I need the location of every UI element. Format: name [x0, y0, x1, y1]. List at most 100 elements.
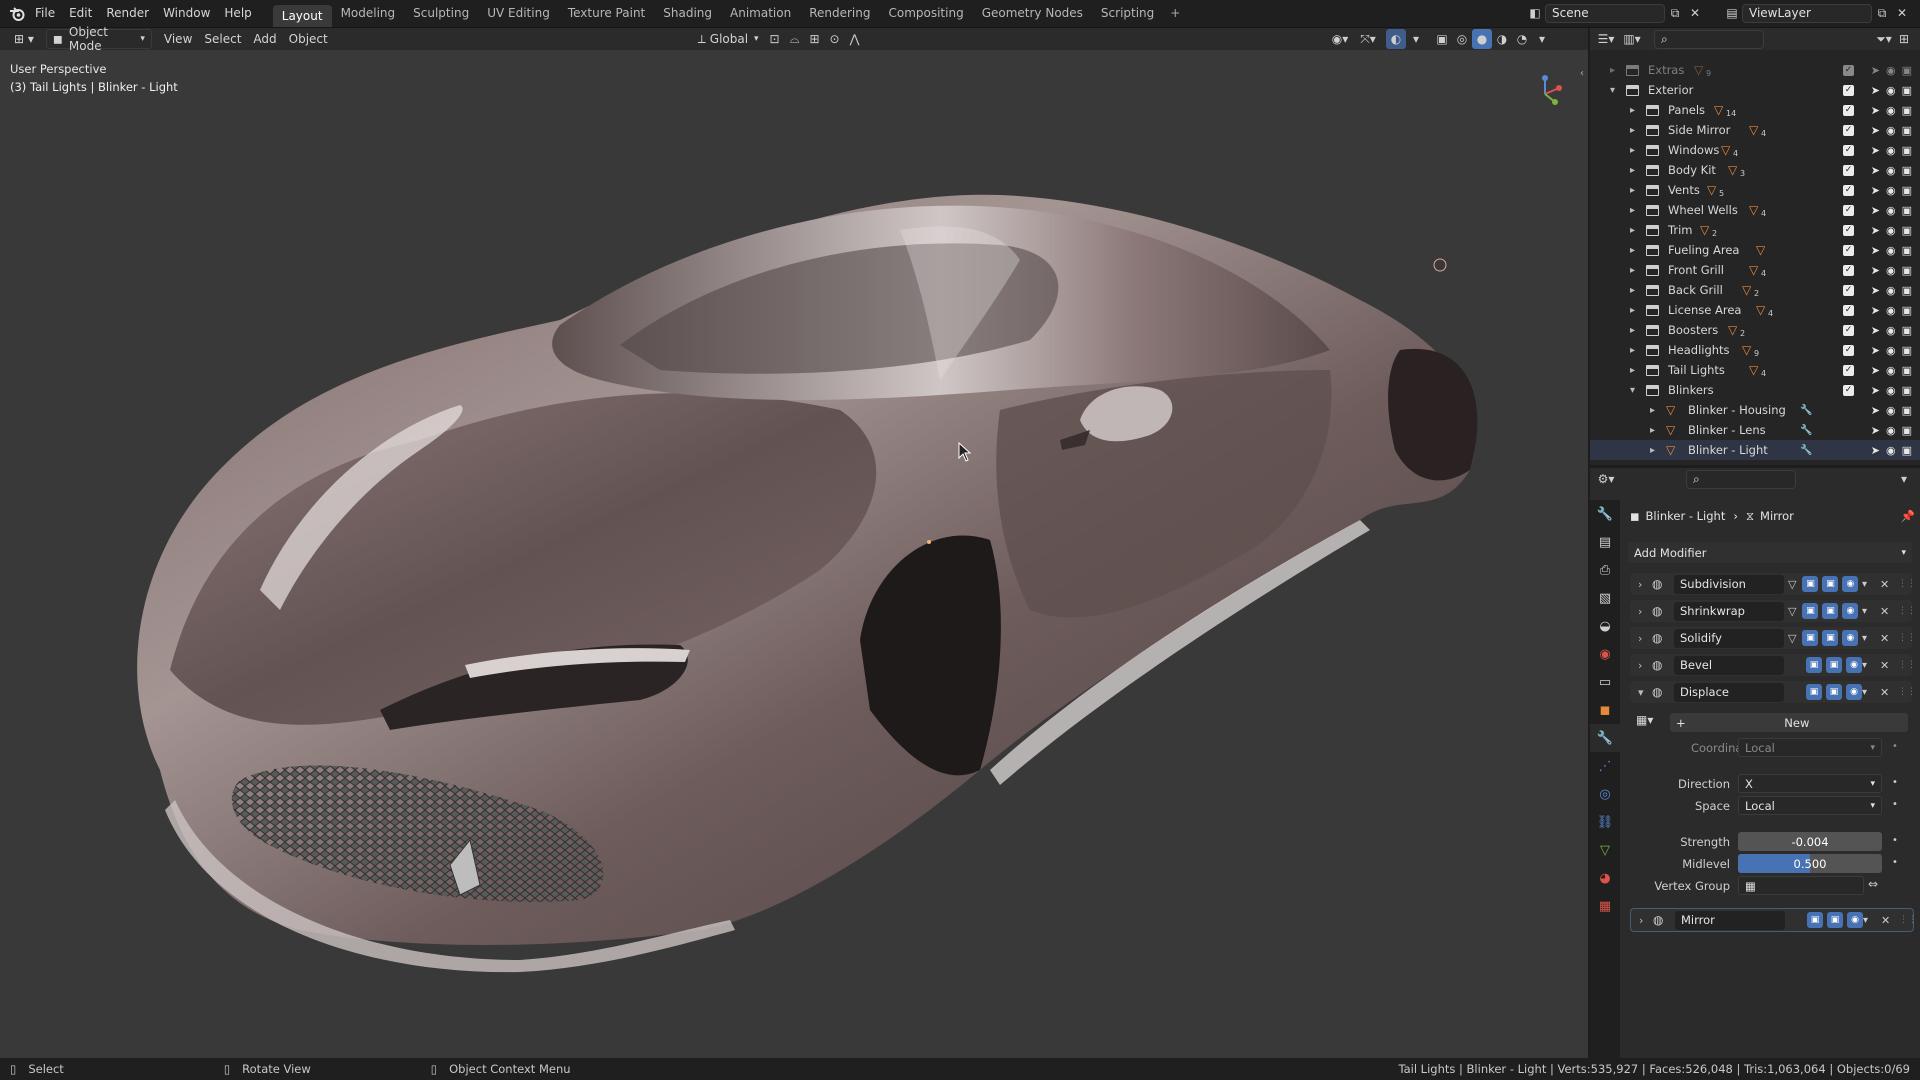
camera-icon[interactable]: ▣ — [1902, 64, 1912, 77]
expand-arrow-closed-icon[interactable]: ▸ — [1630, 185, 1635, 196]
selectable-arrow-icon[interactable]: ➤ — [1871, 204, 1880, 217]
modifier-subdivision[interactable]: › ◍ Subdivision ▽ ▣ ▣ ◉ ▾ ✕ ⋮⋮ — [1630, 573, 1916, 595]
camera-icon[interactable]: ▣ — [1902, 144, 1912, 157]
eye-icon[interactable]: ◉ — [1886, 424, 1896, 437]
camera-icon[interactable]: ▣ — [1902, 344, 1912, 357]
tab-sculpting[interactable]: Sculpting — [404, 0, 478, 27]
selectable-arrow-icon[interactable]: ➤ — [1871, 344, 1880, 357]
exclude-checkbox[interactable]: ✓ — [1843, 144, 1854, 156]
camera-icon[interactable]: ▣ — [1902, 104, 1912, 117]
eye-icon[interactable]: ◉ — [1886, 344, 1896, 357]
eye-icon[interactable]: ◉ — [1886, 224, 1896, 237]
exclude-checkbox[interactable]: ✓ — [1843, 284, 1854, 296]
exclude-checkbox[interactable]: ✓ — [1843, 344, 1854, 356]
exclude-checkbox[interactable]: ✓ — [1843, 324, 1854, 336]
viewport-toggle-icon[interactable]: ▣ — [1826, 684, 1842, 700]
selectable-arrow-icon[interactable]: ➤ — [1871, 324, 1880, 337]
modifier-name-field[interactable]: Solidify — [1674, 628, 1784, 648]
expand-arrow-icon[interactable]: › — [1638, 632, 1642, 645]
view-layer-field[interactable]: ViewLayer — [1742, 3, 1872, 23]
delete-modifier-icon[interactable]: ✕ — [1880, 578, 1889, 591]
modifier-menu-icon[interactable]: ▾ — [1862, 633, 1867, 644]
modifier-displace[interactable]: ▾ ◍ Displace ▣ ▣ ◉ ▾ ✕ ⋮⋮ — [1630, 681, 1916, 703]
camera-icon[interactable]: ▣ — [1902, 324, 1912, 337]
expand-arrow-closed-icon[interactable]: ▸ — [1630, 145, 1635, 156]
selectable-arrow-icon[interactable]: ➤ — [1871, 104, 1880, 117]
modifier-tab-icon[interactable]: 🔧 — [1590, 724, 1620, 752]
outliner-search-input[interactable]: ⌕ — [1654, 29, 1764, 49]
material-tab-icon[interactable]: ◕ — [1590, 864, 1620, 892]
eye-icon[interactable]: ◉ — [1886, 364, 1896, 377]
outliner-collection-row[interactable]: ▸ License Area ▽ 4 ✓ ➤ ◉ ▣ — [1590, 300, 1920, 320]
filter-icon[interactable]: ⏷▾ — [1874, 29, 1894, 49]
edit-mode-toggle-icon[interactable]: ▣ — [1802, 630, 1819, 646]
render-tab-icon[interactable]: ▤ — [1590, 528, 1620, 556]
expand-arrow-closed-icon[interactable]: ▸ — [1630, 125, 1635, 136]
selectable-arrow-icon[interactable]: ➤ — [1871, 144, 1880, 157]
camera-icon[interactable]: ▣ — [1902, 424, 1912, 437]
space-dropdown[interactable]: Local ▾ — [1738, 796, 1882, 815]
tab-scripting[interactable]: Scripting — [1092, 0, 1163, 27]
properties-options-icon[interactable]: ▾ — [1894, 469, 1914, 489]
coordinates-dropdown[interactable]: Local ▾ — [1738, 738, 1882, 757]
outliner-collection-row[interactable]: ▸ Back Grill ▽ 2 ✓ ➤ ◉ ▣ — [1590, 280, 1920, 300]
selectable-arrow-icon[interactable]: ➤ — [1871, 304, 1880, 317]
drag-handle-icon[interactable]: ⋮⋮ — [1898, 579, 1916, 589]
outliner-collection-row[interactable]: ▸ Side Mirror ▽ 4 ✓ ➤ ◉ ▣ — [1590, 120, 1920, 140]
eye-icon[interactable]: ◉ — [1886, 384, 1896, 397]
eye-icon[interactable]: ◉ — [1886, 104, 1896, 117]
texture-tab-icon[interactable]: ▦ — [1590, 892, 1620, 920]
particles-tab-icon[interactable]: ⋰ — [1590, 752, 1620, 780]
selectable-arrow-icon[interactable]: ➤ — [1871, 404, 1880, 417]
tab-layout[interactable]: Layout — [272, 4, 332, 27]
delete-modifier-icon[interactable]: ✕ — [1880, 632, 1889, 645]
expand-arrow-closed-icon[interactable]: ▸ — [1630, 165, 1635, 176]
eye-icon[interactable]: ◉ — [1886, 244, 1896, 257]
exclude-checkbox[interactable]: ✓ — [1843, 124, 1854, 136]
eye-icon[interactable]: ◉ — [1886, 204, 1896, 217]
eye-icon[interactable]: ◉ — [1886, 144, 1896, 157]
camera-icon[interactable]: ▣ — [1902, 284, 1912, 297]
delete-modifier-icon[interactable]: ✕ — [1880, 686, 1889, 699]
expand-arrow-open-icon[interactable]: ▾ — [1630, 385, 1635, 396]
modifier-mirror[interactable]: › ◍ Mirror ▣ ▣ ◉ ▾ ✕ ⋮⋮ — [1630, 908, 1917, 932]
expand-arrow-icon[interactable]: › — [1638, 605, 1642, 618]
keyframe-dot-icon[interactable]: • — [1892, 777, 1898, 788]
eye-icon[interactable]: ◉ — [1886, 404, 1896, 417]
delete-modifier-icon[interactable]: ✕ — [1880, 659, 1889, 672]
modifier-bevel[interactable]: › ◍ Bevel ▣ ▣ ◉ ▾ ✕ ⋮⋮ — [1630, 654, 1916, 676]
menu-window[interactable]: Window — [156, 0, 217, 27]
menu-help[interactable]: Help — [217, 0, 258, 27]
expand-arrow-closed-icon[interactable]: ▸ — [1630, 265, 1635, 276]
selectable-arrow-icon[interactable]: ➤ — [1871, 444, 1880, 457]
view-layer-selector[interactable]: ▤ ViewLayer ⧉ ✕ — [1722, 3, 1912, 23]
camera-icon[interactable]: ▣ — [1902, 124, 1912, 137]
camera-icon[interactable]: ▣ — [1902, 264, 1912, 277]
drag-handle-icon[interactable]: ⋮⋮ — [1899, 915, 1917, 925]
render-toggle-icon[interactable]: ◉ — [1846, 684, 1862, 700]
object-tab-icon[interactable]: ◼ — [1590, 696, 1620, 724]
selectable-arrow-icon[interactable]: ➤ — [1871, 384, 1880, 397]
modifier-shrinkwrap[interactable]: › ◍ Shrinkwrap ▽ ▣ ▣ ◉ ▾ ✕ ⋮⋮ — [1630, 600, 1916, 622]
eye-icon[interactable]: ◉ — [1886, 324, 1896, 337]
modifier-name-field[interactable]: Shrinkwrap — [1674, 601, 1784, 621]
expand-arrow-closed-icon[interactable]: ▸ — [1610, 65, 1615, 76]
delete-scene-icon[interactable]: ✕ — [1685, 3, 1705, 23]
exclude-checkbox[interactable]: ✓ — [1843, 84, 1854, 96]
expand-arrow-closed-icon[interactable]: ▸ — [1650, 425, 1655, 436]
modifier-name-field[interactable]: Subdivision — [1674, 574, 1784, 594]
selectable-arrow-icon[interactable]: ➤ — [1871, 244, 1880, 257]
outliner-collection-row[interactable]: ▸ Body Kit ▽ 3 ✓ ➤ ◉ ▣ — [1590, 160, 1920, 180]
tab-texture-paint[interactable]: Texture Paint — [559, 0, 654, 27]
tab-modeling[interactable]: Modeling — [332, 0, 405, 27]
expand-arrow-closed-icon[interactable]: ▸ — [1630, 305, 1635, 316]
viewport-toggle-icon[interactable]: ▣ — [1822, 630, 1839, 646]
camera-icon[interactable]: ▣ — [1902, 84, 1912, 97]
outliner-editor-icon[interactable]: ☰▾ — [1596, 29, 1616, 49]
expand-arrow-closed-icon[interactable]: ▸ — [1630, 245, 1635, 256]
blender-logo-icon[interactable] — [6, 4, 28, 24]
render-toggle-icon[interactable]: ◉ — [1842, 576, 1859, 592]
outliner-collection-row[interactable]: ▸ Trim ▽ 2 ✓ ➤ ◉ ▣ — [1590, 220, 1920, 240]
constraints-tab-icon[interactable]: ⛓ — [1590, 808, 1620, 836]
material-shading-icon[interactable]: ◑ — [1492, 29, 1512, 49]
